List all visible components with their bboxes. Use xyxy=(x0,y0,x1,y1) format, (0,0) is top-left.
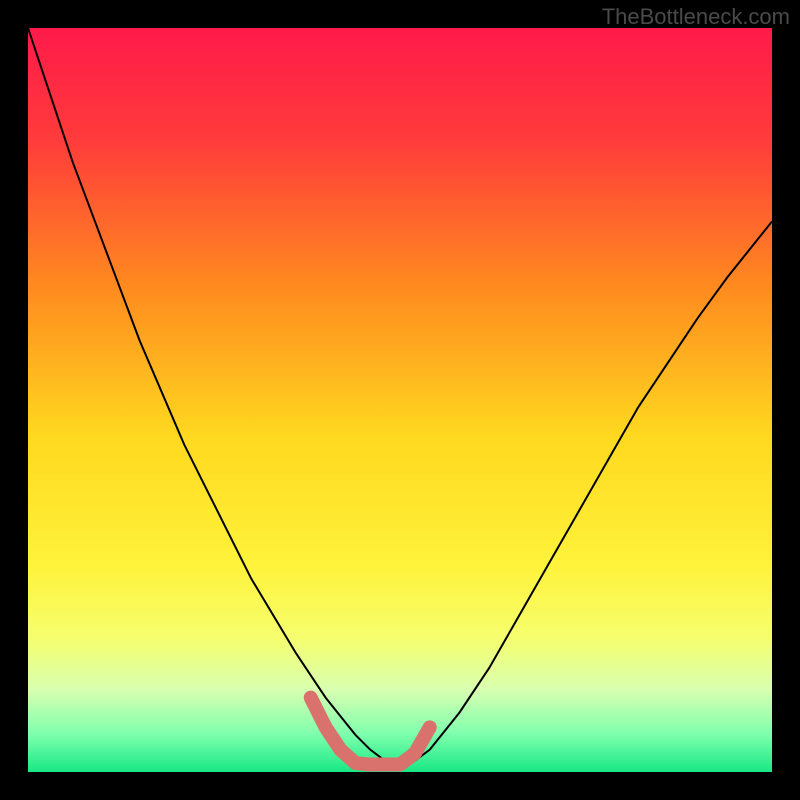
chart-svg xyxy=(28,28,772,772)
chart-plot-area xyxy=(28,28,772,772)
chart-background xyxy=(28,28,772,772)
watermark-text: TheBottleneck.com xyxy=(602,4,790,30)
